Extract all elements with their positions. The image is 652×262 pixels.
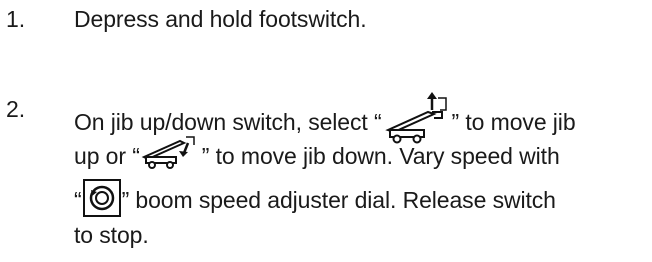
jib-down-icon — [140, 135, 202, 169]
step-text: On jib up/down switch, select “ — [74, 109, 382, 136]
step-text: to stop. — [74, 222, 149, 248]
jib-up-icon — [382, 88, 452, 144]
step-2-line-4: to stop. — [74, 222, 149, 249]
step-text: Depress and hold footswitch. — [74, 6, 367, 32]
step-text: “ — [74, 187, 82, 214]
step-text: ” to move jib down. Vary speed with — [201, 143, 560, 170]
step-text: ” boom speed adjuster dial. Release swit… — [121, 187, 556, 214]
step-number: 2. — [6, 96, 25, 122]
step-text: up or “ — [74, 143, 140, 170]
boom-speed-dial-icon — [82, 178, 122, 218]
step-text: ” to move jib — [451, 109, 576, 136]
step-number: 1. — [6, 6, 25, 32]
step-2-line-3: “ ” boom speed adjuster dial. Release sw… — [74, 179, 556, 222]
step-2-line-2: up or “ ” to move jib down. Vary speed w… — [74, 136, 560, 175]
